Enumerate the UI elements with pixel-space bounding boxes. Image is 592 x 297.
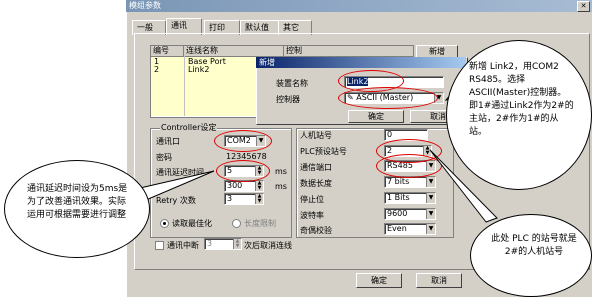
callout-plc-station: 此处 PLC 的站号就是 2#的人机站号 — [470, 214, 592, 297]
callout-delay: 通讯延迟时间设为5ms是为了改善通讯效果。实际运用可根据需要进行调整 — [4, 160, 150, 258]
callout-add-link: 新增 Link2，用COM2 RS485。选择 ASCII(Master)控制器… — [446, 40, 592, 190]
